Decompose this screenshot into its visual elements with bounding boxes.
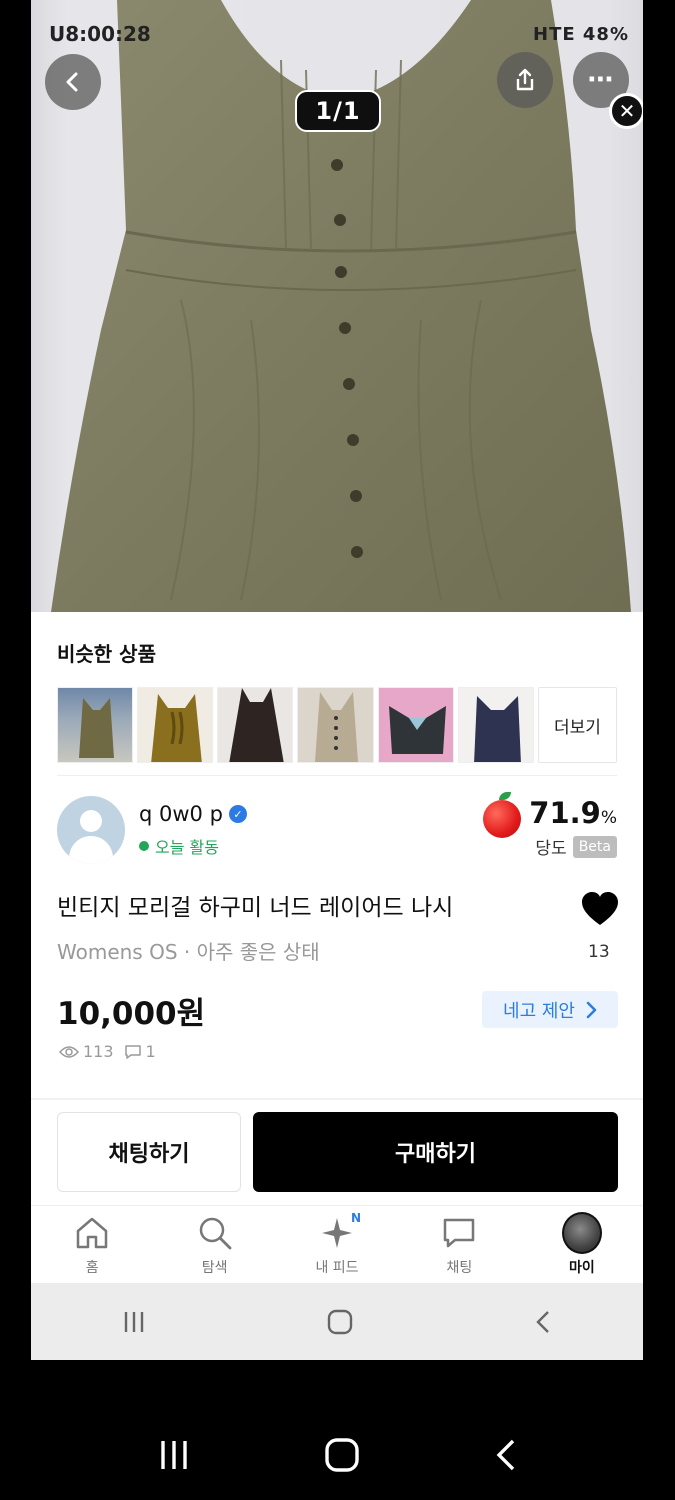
chevron-right-icon xyxy=(586,1001,597,1018)
tab-feed-label: 내 피드 xyxy=(315,1259,359,1276)
divider xyxy=(57,775,617,776)
tab-my[interactable]: 마이 xyxy=(521,1206,643,1283)
offer-label: 네고 제안 xyxy=(503,1000,575,1022)
similar-thumb-5[interactable] xyxy=(377,687,454,763)
tab-chat-label: 채팅 xyxy=(446,1259,473,1276)
back-nav-icon[interactable] xyxy=(533,1309,553,1335)
similar-products-section: 비슷한 상품 더보기 xyxy=(31,612,643,763)
tab-home-label: 홈 xyxy=(85,1259,99,1276)
avatar-icon xyxy=(561,1211,602,1254)
similar-products-list: 더보기 xyxy=(57,687,617,763)
seller-activity-text: 오늘 활동 xyxy=(155,838,219,857)
comment-count: 1 xyxy=(145,1042,156,1061)
tab-search-label: 탐색 xyxy=(201,1259,228,1276)
sweetness-score[interactable]: 71.9% 당도 Beta xyxy=(529,796,617,859)
recent-apps-icon[interactable] xyxy=(121,1310,147,1334)
offer-button[interactable]: 네고 제안 xyxy=(482,991,618,1028)
app-screen: U8:00:28 HTE 48% ⋯ 1/1 ✕ 비슷한 상품 더보기 q 0w… xyxy=(31,0,643,1360)
ruffle-top-olive-icon xyxy=(151,694,202,762)
product-image[interactable]: U8:00:28 HTE 48% ⋯ 1/1 ✕ xyxy=(31,0,643,612)
more-icon: ⋯ xyxy=(587,65,615,95)
bottom-tab-bar: 홈 탐색 N 내 피드 채팅 마이 xyxy=(31,1205,643,1283)
section-divider xyxy=(31,1098,643,1100)
vest-navy-icon xyxy=(473,696,521,762)
recent-apps-icon[interactable] xyxy=(157,1439,191,1471)
sparkle-icon xyxy=(322,1217,353,1248)
chevron-left-icon xyxy=(66,72,78,92)
seller-avatar[interactable] xyxy=(57,796,125,864)
similar-more-button[interactable]: 더보기 xyxy=(537,687,617,763)
status-bar: U8:00:28 HTE 48% xyxy=(49,20,629,48)
home-nav-icon[interactable] xyxy=(326,1308,354,1336)
buy-button[interactable]: 구매하기 xyxy=(253,1112,618,1192)
seller-activity: 오늘 활동 xyxy=(139,834,219,858)
share-icon xyxy=(516,68,534,91)
close-icon: ✕ xyxy=(618,99,636,123)
new-badge: N xyxy=(350,1210,362,1225)
seller-profile[interactable]: q 0w0 p ✓ 오늘 활동 71.9% 당도 Beta xyxy=(57,792,617,866)
score-value-row: 71.9% xyxy=(529,796,617,830)
system-nav-inner xyxy=(31,1283,643,1360)
eye-icon xyxy=(59,1045,79,1058)
similar-products-title: 비슷한 상품 xyxy=(57,642,156,666)
vest-beige-icon xyxy=(315,692,359,762)
seller-name-row: q 0w0 p ✓ xyxy=(139,802,247,826)
vest-dark-denim-icon xyxy=(388,706,446,754)
tab-my-label: 마이 xyxy=(568,1259,595,1276)
tab-feed[interactable]: N 내 피드 xyxy=(276,1206,398,1283)
score-value: 71.9 xyxy=(529,796,601,830)
product-title: 빈티지 모리걸 하구미 너드 레이어드 나시 xyxy=(57,895,454,921)
tab-home[interactable]: 홈 xyxy=(31,1206,153,1283)
back-button[interactable] xyxy=(45,54,101,110)
score-label: 당도 xyxy=(535,839,567,859)
search-icon xyxy=(199,1217,232,1249)
vest-khaki-icon xyxy=(79,698,114,758)
product-stats: 113 1 xyxy=(59,1042,156,1061)
similar-thumb-4[interactable] xyxy=(297,687,374,763)
status-indicators: HTE 48% xyxy=(533,23,629,45)
beta-badge: Beta xyxy=(572,835,617,858)
share-button[interactable] xyxy=(497,52,553,108)
close-button[interactable]: ✕ xyxy=(609,93,643,129)
dress-brown-icon xyxy=(229,688,284,762)
chat-icon xyxy=(444,1218,475,1247)
verified-check-icon: ✓ xyxy=(228,805,247,823)
similar-thumb-1[interactable] xyxy=(57,687,134,763)
chat-button[interactable]: 채팅하기 xyxy=(57,1112,241,1192)
comment-icon xyxy=(124,1044,141,1059)
tab-search[interactable]: 탐색 xyxy=(153,1206,275,1283)
like-count: 13 xyxy=(588,942,610,962)
similar-thumb-2[interactable] xyxy=(137,687,214,763)
seller-name[interactable]: q 0w0 p xyxy=(139,802,223,826)
apple-icon xyxy=(483,792,521,838)
view-count: 113 xyxy=(83,1042,114,1061)
product-price: 10,000원 xyxy=(57,996,206,1032)
similar-thumb-6[interactable] xyxy=(457,687,534,763)
tab-chat[interactable]: 채팅 xyxy=(398,1206,520,1283)
score-label-row: 당도 Beta xyxy=(529,834,617,859)
product-subtitle: Womens OS · 아주 좋은 상태 xyxy=(57,940,320,964)
back-nav-icon[interactable] xyxy=(493,1438,519,1472)
status-time: U8:00:28 xyxy=(49,22,151,46)
system-nav-outer xyxy=(0,1410,675,1500)
home-icon xyxy=(76,1217,108,1248)
online-dot-icon xyxy=(139,841,149,851)
image-pager: 1/1 xyxy=(295,90,381,132)
score-unit: % xyxy=(600,808,617,828)
home-nav-icon[interactable] xyxy=(324,1437,360,1473)
similar-thumb-3[interactable] xyxy=(217,687,294,763)
heart-icon[interactable] xyxy=(580,890,620,930)
